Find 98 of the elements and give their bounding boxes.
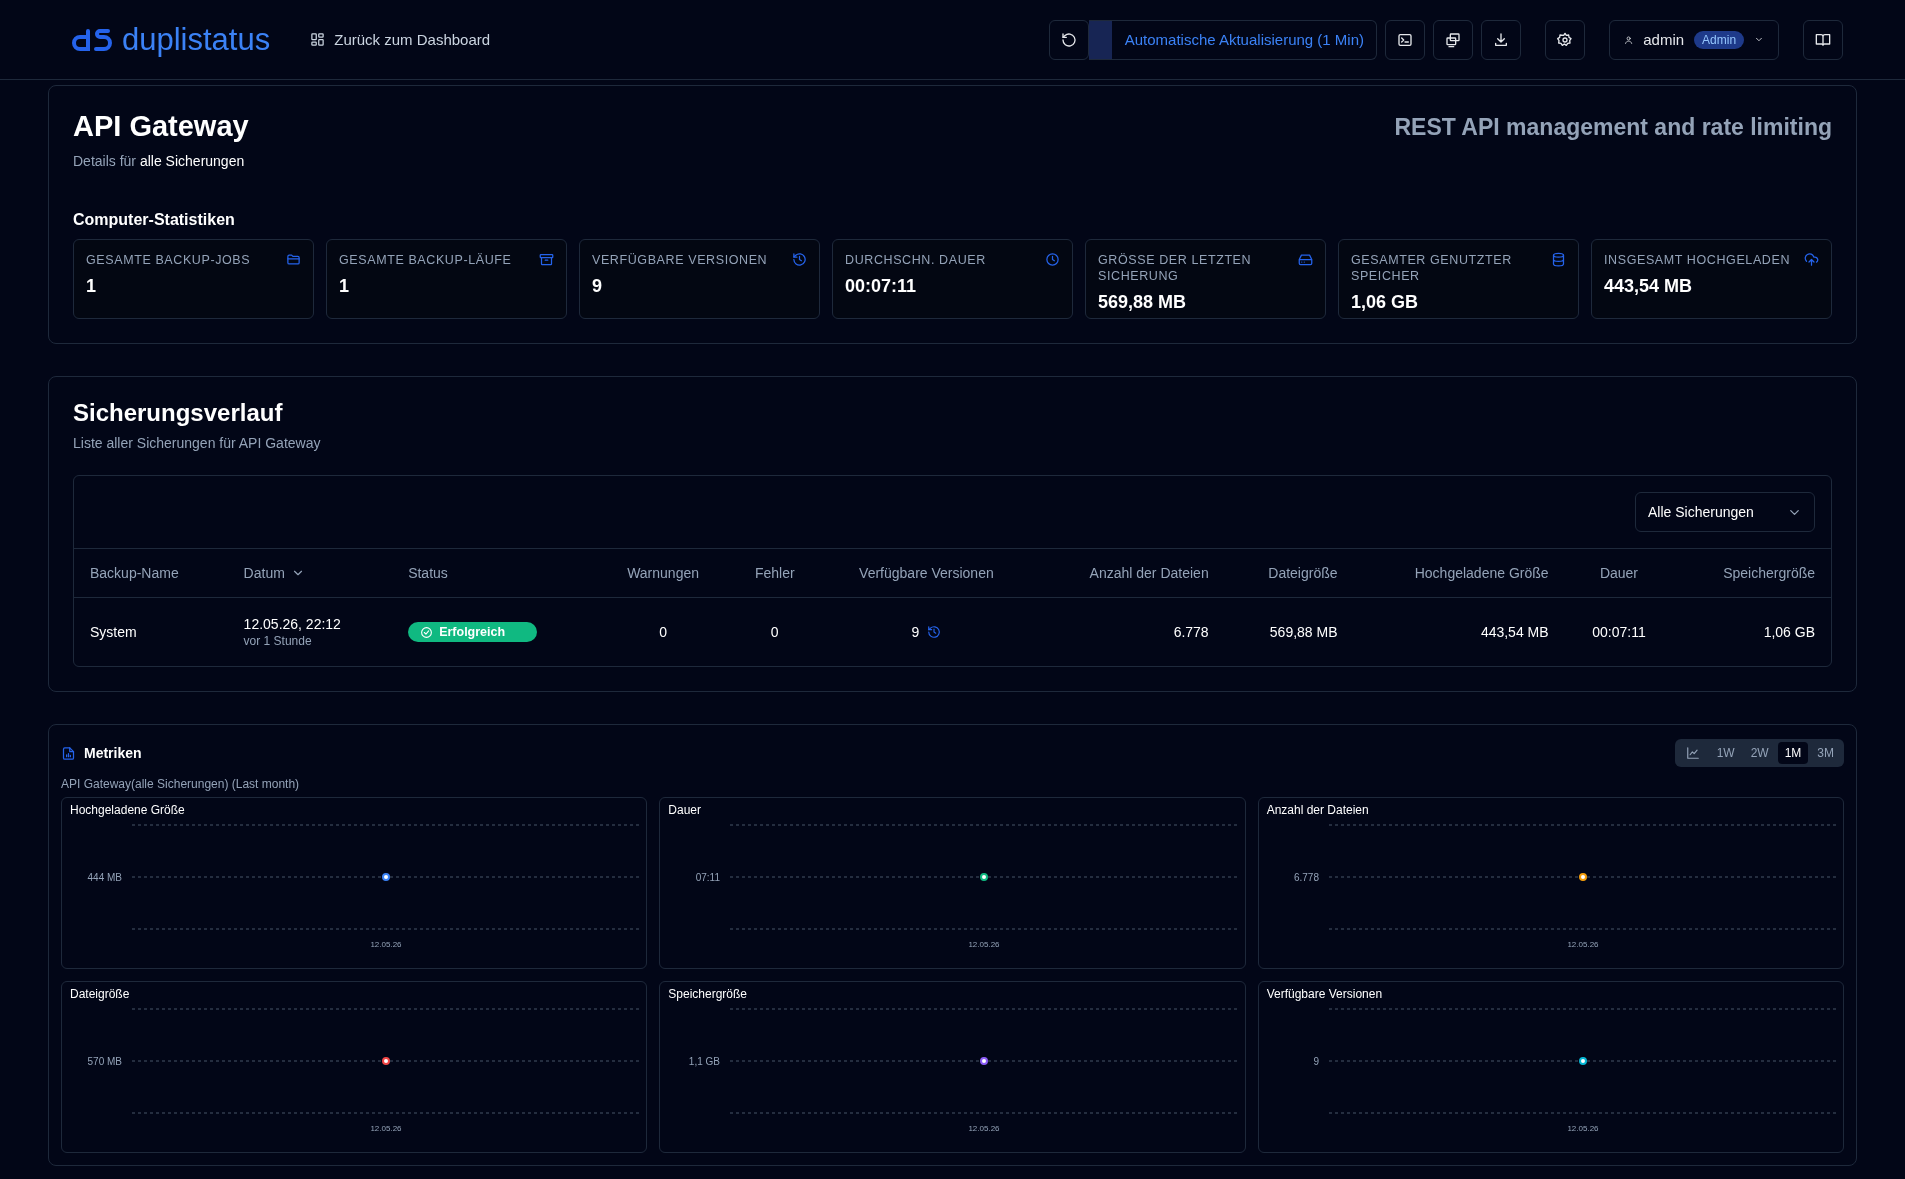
chart-title: Dauer (667, 802, 702, 817)
settings-icon (1557, 31, 1573, 48)
hard-drive-icon (1298, 252, 1313, 267)
column-header[interactable]: Datum (227, 549, 393, 598)
stat-value: 9 (592, 276, 603, 297)
user-menu-button[interactable]: admin Admin (1609, 19, 1779, 60)
check-circle-icon (420, 625, 434, 639)
column-header[interactable]: Dateigröße (1224, 549, 1354, 598)
stat-value: 00:07:11 (845, 276, 918, 297)
stat-label: VERFÜGBARE VERSIONEN (592, 252, 768, 268)
y-axis-label: 570 MB (87, 1055, 122, 1067)
download-button[interactable] (1481, 19, 1521, 60)
table-cell: 443,54 MB (1480, 624, 1549, 640)
x-axis-label: 12.05.26 (968, 940, 1000, 949)
clock-icon (1045, 252, 1060, 267)
refresh-icon (1061, 31, 1077, 48)
range-tab[interactable]: 3M (1810, 742, 1841, 764)
column-header[interactable]: Warnungen (597, 549, 730, 598)
stat-label: INSGESAMT HOCHGELADEN (1604, 252, 1790, 268)
column-header[interactable]: Anzahl der Dateien (1032, 549, 1225, 598)
app-logo-text[interactable]: duplistatus (122, 21, 271, 58)
auto-refresh-button[interactable]: Automatische Aktualisierung (1 Min) (1089, 19, 1377, 60)
table-cell: 0 (770, 624, 779, 640)
stat-value: 443,54 MB (1604, 276, 1694, 297)
x-axis-label: 12.05.26 (1567, 1124, 1599, 1133)
server-subtitle: Details für alle Sicherungen (73, 153, 246, 169)
column-header[interactable]: Speichergröße (1673, 549, 1831, 598)
chart-title: Anzahl der Dateien (1265, 802, 1370, 817)
range-tab[interactable]: 1W (1709, 742, 1742, 764)
stat-label: DURCHSCHN. DAUER (845, 252, 986, 268)
section-title: Computer-Statistiken (73, 211, 236, 229)
docs-button[interactable] (1803, 19, 1843, 60)
table-cell: 1,06 GB (1763, 624, 1815, 640)
stat-value: 1 (86, 276, 97, 297)
table-cell: System (90, 624, 137, 640)
table-cell: 0 (659, 624, 667, 640)
column-header[interactable]: Verfügbare Versionen (820, 549, 1033, 598)
chart-title: Speichergröße (667, 986, 749, 1001)
chart-title: Verfügbare Versionen (1265, 986, 1384, 1001)
chart-title: Dateigröße (69, 986, 131, 1001)
stat-value: 1 (339, 276, 350, 297)
stat-label: GRÖSSE DER LETZTEN SICHERUNG (1098, 252, 1253, 284)
table-cell: 00:07:11 (1592, 624, 1646, 640)
range-tab[interactable]: 2W (1743, 742, 1776, 764)
x-axis-label: 12.05.26 (1567, 940, 1599, 949)
status-badge: Erfolgreich (408, 622, 538, 642)
cloud-upload-icon (1804, 252, 1819, 267)
column-header[interactable]: Backup-Name (74, 549, 228, 598)
database-icon (1551, 252, 1566, 267)
relative-time: vor 1 Stunde (243, 634, 313, 648)
column-header[interactable]: Fehler (729, 549, 821, 598)
range-tab[interactable]: 1M (1777, 742, 1809, 764)
y-axis-label: 1,1 GB (689, 1055, 721, 1067)
stat-label: GESAMTER GENUTZTER SPEICHER (1351, 252, 1513, 284)
stacked-windows-icon (1445, 31, 1461, 48)
server-title: API Gateway (73, 110, 249, 143)
dashboard-grid-icon (310, 32, 326, 47)
backup-filter-dropdown[interactable]: Alle Sicherungen (1635, 492, 1815, 532)
metrics-subtitle: API Gateway(alle Sicherungen) (Last month) (61, 777, 301, 791)
download-icon (1493, 31, 1509, 48)
history-icon (927, 625, 942, 639)
folder-icon (286, 252, 301, 267)
server-description: REST API management and rate limiting (1394, 114, 1832, 141)
table-cell: 9 (911, 624, 920, 640)
stat-value: 569,88 MB (1098, 292, 1188, 313)
role-badge: Admin (1694, 30, 1745, 49)
y-axis-label: 6.778 (1293, 871, 1319, 883)
terminal-button[interactable] (1385, 19, 1425, 60)
refresh-button[interactable] (1049, 19, 1089, 60)
table-cell: 569,88 MB (1269, 624, 1338, 640)
chart-title: Hochgeladene Größe (69, 802, 186, 817)
chart-file-icon (61, 745, 76, 761)
back-to-dashboard-link[interactable]: Zurück zum Dashboard (310, 31, 491, 48)
y-axis-label: 9 (1313, 1055, 1319, 1067)
column-header[interactable]: Dauer (1564, 549, 1674, 598)
table-cell: 6.778 (1173, 624, 1209, 640)
y-axis-label: 444 MB (87, 871, 122, 883)
section-title: Sicherungsverlauf (73, 399, 284, 427)
history-icon (792, 252, 807, 267)
column-header[interactable]: Status (392, 549, 597, 598)
settings-button[interactable] (1545, 19, 1585, 60)
column-header[interactable]: Hochgeladene Größe (1353, 549, 1565, 598)
metrics-title: Metriken (84, 745, 142, 761)
logo-icon (72, 26, 112, 53)
stat-label: GESAMTE BACKUP-LÄUFE (339, 252, 512, 268)
terminal-icon (1397, 31, 1413, 48)
line-chart-icon (1685, 746, 1700, 760)
backup-date: 12.05.26, 22:12 (243, 616, 342, 632)
stat-label: GESAMTE BACKUP-JOBS (86, 252, 251, 268)
x-axis-label: 12.05.26 (370, 1124, 402, 1133)
y-axis-label: 07:11 (696, 871, 721, 883)
x-axis-label: 12.05.26 (968, 1124, 1000, 1133)
stat-value: 1,06 GB (1351, 292, 1420, 313)
section-subtitle: Liste aller Sicherungen für API Gateway (73, 435, 322, 451)
archive-box-icon (539, 252, 554, 267)
windows-button[interactable] (1433, 19, 1473, 60)
x-axis-label: 12.05.26 (370, 940, 402, 949)
open-book-icon (1815, 31, 1831, 48)
